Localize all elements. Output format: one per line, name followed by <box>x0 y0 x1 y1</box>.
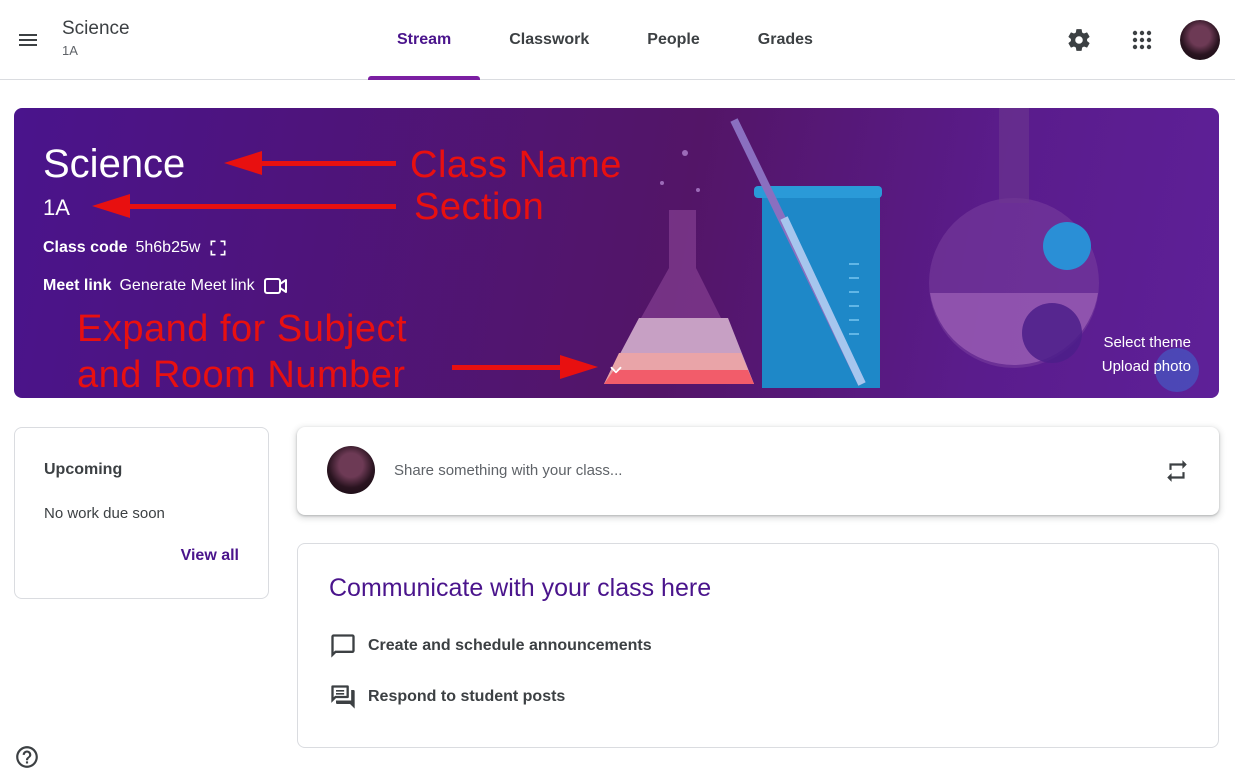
communicate-item: Create and schedule announcements <box>329 632 652 660</box>
hamburger-menu-icon <box>19 34 37 46</box>
expand-class-details-button[interactable] <box>604 358 628 382</box>
upload-photo-link[interactable]: Upload photo <box>1102 358 1191 375</box>
repost-icon <box>1167 460 1187 482</box>
select-theme-link[interactable]: Select theme <box>1103 334 1191 351</box>
class-identity[interactable]: Science 1A <box>62 18 130 58</box>
apps-grid-icon <box>1132 30 1152 50</box>
account-avatar[interactable] <box>1180 20 1220 60</box>
share-box[interactable]: Share something with your class... <box>297 427 1219 515</box>
upcoming-empty-text: No work due soon <box>44 505 165 522</box>
share-input[interactable]: Share something with your class... <box>394 462 622 479</box>
annotation-expand-line1: Expand for Subject <box>77 308 408 350</box>
communicate-item: Respond to student posts <box>329 683 565 711</box>
apps-button[interactable] <box>1122 20 1162 60</box>
settings-button[interactable] <box>1059 20 1099 60</box>
gear-icon <box>1068 29 1090 51</box>
class-tabs: Stream Classwork People Grades <box>368 0 842 80</box>
app-header: Science 1A Stream Classwork People Grade… <box>0 0 1235 80</box>
upcoming-card: Upcoming No work due soon View all <box>14 427 269 599</box>
communicate-heading: Communicate with your class here <box>329 574 712 602</box>
annotation-class-name: Class Name <box>410 144 622 186</box>
meet-link-row: Meet link Generate Meet link <box>43 276 289 296</box>
class-code-label: Class code <box>43 239 128 256</box>
class-code-row: Class code 5h6b25w <box>43 238 228 258</box>
banner-class-section: 1A <box>43 195 70 220</box>
announcement-icon <box>331 634 355 658</box>
help-button[interactable] <box>14 744 40 770</box>
generate-meet-link[interactable]: Generate Meet link <box>119 277 254 295</box>
tab-classwork[interactable]: Classwork <box>480 0 618 80</box>
header-class-title: Science <box>62 18 130 39</box>
annotation-section: Section <box>414 186 545 228</box>
tab-grades[interactable]: Grades <box>729 0 842 80</box>
tab-people[interactable]: People <box>618 0 728 80</box>
banner-class-name: Science <box>43 142 186 186</box>
main-menu-button[interactable] <box>8 20 48 60</box>
help-icon <box>16 746 38 768</box>
communicate-card: Communicate with your class here Create … <box>297 543 1219 748</box>
fullscreen-icon <box>210 240 226 256</box>
view-all-link[interactable]: View all <box>181 547 239 565</box>
student-posts-icon <box>331 685 355 709</box>
annotation-expand-line2: and Room Number <box>77 354 406 396</box>
fullscreen-code-button[interactable] <box>208 238 228 258</box>
reuse-post-button[interactable] <box>1163 457 1191 485</box>
user-avatar <box>327 446 375 494</box>
meet-link-label: Meet link <box>43 277 112 294</box>
class-code-value: 5h6b25w <box>135 239 201 256</box>
tab-stream[interactable]: Stream <box>368 0 481 80</box>
video-camera-icon <box>263 278 287 294</box>
chevron-down-icon <box>610 366 622 374</box>
upcoming-heading: Upcoming <box>44 461 123 478</box>
communicate-item-label: Create and schedule announcements <box>368 637 652 654</box>
header-class-section: 1A <box>62 43 78 58</box>
communicate-item-label: Respond to student posts <box>368 688 566 705</box>
